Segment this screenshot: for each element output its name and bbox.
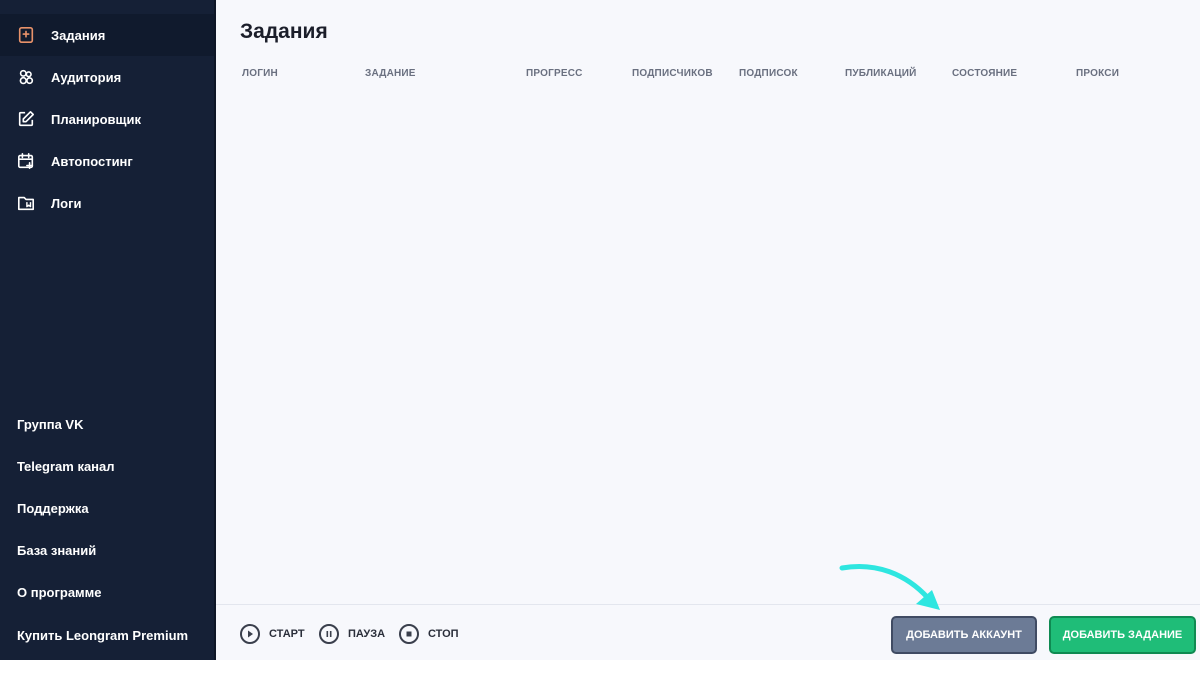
sidebar-links: Группа VK Telegram канал Поддержка База … bbox=[0, 403, 214, 656]
page-title: Задания bbox=[240, 20, 328, 43]
link-about[interactable]: О программе bbox=[0, 572, 214, 614]
start-label: Старт bbox=[269, 628, 305, 640]
main-panel: Задания Логин Задание Прогресс Подписчик… bbox=[214, 0, 1200, 660]
link-vk-group[interactable]: Группа VK bbox=[0, 403, 214, 445]
bottom-strip bbox=[0, 660, 1200, 675]
sidebar-item-logs[interactable]: Логи bbox=[0, 182, 214, 224]
stop-label: Стоп bbox=[428, 628, 459, 640]
column-header-progress[interactable]: Прогресс bbox=[526, 68, 583, 79]
start-button[interactable]: Старт bbox=[240, 624, 305, 644]
sidebar-item-autoposting[interactable]: Автопостинг bbox=[0, 140, 214, 182]
calendar-plus-icon bbox=[16, 151, 36, 171]
column-header-proxy[interactable]: Прокси bbox=[1076, 68, 1119, 79]
link-support[interactable]: Поддержка bbox=[0, 487, 214, 529]
sidebar-item-label: Планировщик bbox=[51, 111, 142, 127]
play-icon bbox=[240, 624, 260, 644]
column-header-posts[interactable]: Публикаций bbox=[845, 68, 917, 79]
edit-icon bbox=[16, 109, 36, 129]
pause-button[interactable]: Пауза bbox=[319, 624, 385, 644]
column-header-task[interactable]: Задание bbox=[365, 68, 416, 79]
add-account-button[interactable]: Добавить аккаунт bbox=[891, 616, 1037, 654]
link-telegram-channel[interactable]: Telegram канал bbox=[0, 445, 214, 487]
link-buy-premium[interactable]: Купить Leongram Premium bbox=[0, 614, 214, 656]
users-icon bbox=[16, 67, 36, 87]
column-header-following[interactable]: Подписок bbox=[739, 68, 798, 79]
pause-label: Пауза bbox=[348, 628, 386, 640]
sidebar-item-audience[interactable]: Аудитория bbox=[0, 56, 214, 98]
sidebar-item-label: Автопостинг bbox=[51, 153, 133, 169]
footer-toolbar: Старт Пауза Стоп Добавить аккаунт Добави… bbox=[216, 604, 1200, 660]
sidebar: Задания Аудитория Планировщик Автопостин… bbox=[0, 0, 214, 660]
column-header-login[interactable]: Логин bbox=[242, 68, 278, 79]
folder-icon bbox=[16, 193, 36, 213]
stop-icon bbox=[399, 624, 419, 644]
sidebar-item-tasks[interactable]: Задания bbox=[0, 14, 214, 56]
table-header: Логин Задание Прогресс Подписчиков Подпи… bbox=[216, 68, 1200, 82]
add-task-button[interactable]: Добавить задание bbox=[1049, 616, 1196, 654]
column-header-state[interactable]: Состояние bbox=[952, 68, 1017, 79]
stop-button[interactable]: Стоп bbox=[399, 624, 459, 644]
sidebar-item-label: Логи bbox=[51, 195, 82, 211]
link-knowledge-base[interactable]: База знаний bbox=[0, 530, 214, 572]
bookmark-plus-icon bbox=[16, 25, 36, 45]
sidebar-item-scheduler[interactable]: Планировщик bbox=[0, 98, 214, 140]
pause-icon bbox=[319, 624, 339, 644]
sidebar-item-label: Аудитория bbox=[51, 69, 122, 85]
sidebar-nav: Задания Аудитория Планировщик Автопостин… bbox=[0, 14, 214, 224]
column-header-followers[interactable]: Подписчиков bbox=[632, 68, 713, 79]
sidebar-item-label: Задания bbox=[51, 27, 106, 43]
